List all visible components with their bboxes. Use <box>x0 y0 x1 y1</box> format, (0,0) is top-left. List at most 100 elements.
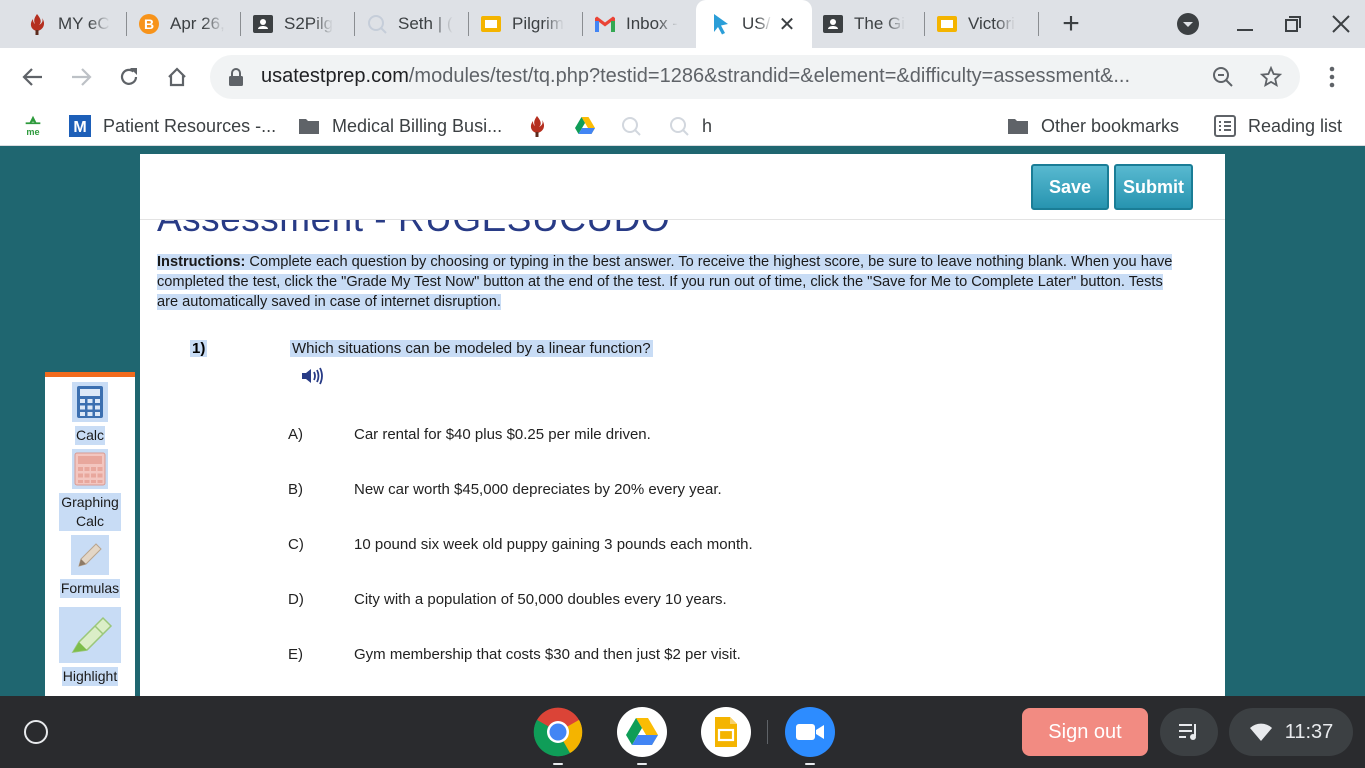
status-tray[interactable]: 11:37 <box>1229 708 1353 756</box>
tab-separator <box>924 12 925 36</box>
tab-separator <box>126 12 127 36</box>
forward-icon[interactable] <box>64 60 98 94</box>
answer-choice-b[interactable]: B) New car worth $45,000 depreciates by … <box>288 481 908 503</box>
tab-separator <box>582 12 583 36</box>
chrome-icon[interactable] <box>533 707 583 757</box>
tab-title: Seth | ( <box>398 14 453 33</box>
reading-list[interactable]: Reading list <box>1214 114 1342 138</box>
question-text: Which situations can be modeled by a lin… <box>290 340 653 357</box>
launcher-icon[interactable] <box>24 720 48 744</box>
bookmark-torch[interactable] <box>526 114 548 138</box>
tool-graphing-calc[interactable]: Graphing Calc <box>45 449 135 531</box>
bookmark-label: Medical Billing Busi... <box>332 115 503 136</box>
bitcoin-icon: B <box>138 13 160 35</box>
zoom-icon[interactable] <box>1206 60 1240 94</box>
classroom-icon <box>822 13 844 35</box>
url-text[interactable]: usatestprep.com/modules/test/tq.php?test… <box>261 65 1201 88</box>
tab-inbox[interactable]: Inbox - <box>594 0 692 48</box>
running-indicator <box>637 763 647 765</box>
search-loading-icon <box>620 115 642 137</box>
clock: 11:37 <box>1284 720 1334 743</box>
zoom-icon[interactable] <box>785 707 835 757</box>
home-icon[interactable] <box>160 60 194 94</box>
tab-separator <box>468 12 469 36</box>
choice-text: Car rental for $40 plus $0.25 per mile d… <box>354 426 651 443</box>
tab-the-gi[interactable]: The Gi <box>822 0 920 48</box>
restore-icon[interactable] <box>1276 7 1310 41</box>
answer-choice-c[interactable]: C) 10 pound six week old puppy gaining 3… <box>288 536 948 558</box>
svg-text:B: B <box>144 16 154 32</box>
google-drive-icon <box>574 115 596 137</box>
bookmark-star-icon[interactable] <box>1254 60 1288 94</box>
choice-text: 10 pound six week old puppy gaining 3 po… <box>354 536 753 553</box>
answer-choice-d[interactable]: D) City with a population of 50,000 doub… <box>288 591 928 613</box>
reading-list-icon <box>1214 115 1236 137</box>
tab-search-icon[interactable] <box>1171 7 1205 41</box>
tool-calc[interactable]: Calc <box>45 382 135 445</box>
choice-letter: E) <box>288 646 303 663</box>
instructions-text: Complete each question by choosing or ty… <box>157 254 1173 310</box>
tools-panel: Calc Graphing Calc Formulas Highlight <box>45 372 135 696</box>
bookmark-medical-billing[interactable]: Medical Billing Busi... <box>298 114 502 138</box>
lock-icon[interactable] <box>227 67 245 87</box>
speaker-icon[interactable] <box>300 366 324 386</box>
other-bookmarks[interactable]: Other bookmarks <box>1007 114 1179 138</box>
bookmark-patient-resources[interactable]: M Patient Resources -... <box>69 114 276 138</box>
menu-dots-icon[interactable] <box>1315 60 1349 94</box>
tool-highlight[interactable]: Highlight <box>45 607 135 686</box>
bookmark-me[interactable]: me <box>22 114 44 138</box>
tab-separator <box>240 12 241 36</box>
pencil-icon <box>71 535 109 575</box>
bookmark-search-2[interactable]: h <box>668 114 712 138</box>
folder-icon <box>298 115 320 137</box>
question-number: 1) <box>190 340 208 357</box>
bookmark-label: h <box>702 115 713 136</box>
tab-apr-26[interactable]: B Apr 26, <box>138 0 236 48</box>
tool-label: Graphing Calc <box>59 493 121 531</box>
choice-letter: A) <box>288 426 303 443</box>
choice-letter: B) <box>288 481 303 498</box>
choice-text: Gym membership that costs $30 and then j… <box>354 646 741 663</box>
tab-usatestprep[interactable]: US/ ✕ <box>696 0 812 48</box>
google-drive-icon[interactable] <box>617 707 667 757</box>
answer-choice-e[interactable]: E) Gym membership that costs $30 and the… <box>288 646 928 668</box>
calculator-icon <box>72 382 108 422</box>
choice-letter: C) <box>288 536 304 553</box>
shelf-separator <box>767 720 768 744</box>
tab-title: The Gi <box>854 14 906 33</box>
address-bar[interactable]: usatestprep.com/modules/test/tq.php?test… <box>210 55 1300 99</box>
minimize-icon[interactable] <box>1228 7 1262 41</box>
submit-button[interactable]: Submit <box>1114 164 1193 210</box>
bookmark-label: Patient Resources -... <box>103 115 277 136</box>
media-controls-button[interactable] <box>1160 708 1218 756</box>
running-indicator <box>805 763 815 765</box>
bookmark-search-1[interactable] <box>620 114 642 138</box>
save-button[interactable]: Save <box>1031 164 1109 210</box>
tab-s2pilg[interactable]: S2Pilg <box>252 0 350 48</box>
close-tab-icon[interactable]: ✕ <box>776 13 798 36</box>
tab-my-ec[interactable]: MY eC <box>26 0 122 48</box>
tool-label: Calc <box>74 426 105 445</box>
answer-choice-a[interactable]: A) Car rental for $40 plus $0.25 per mil… <box>288 426 848 448</box>
tab-title: S2Pilg <box>284 14 334 33</box>
tool-label: Formulas <box>59 579 121 598</box>
playlist-icon <box>1179 724 1196 740</box>
tab-seth[interactable]: Seth | ( <box>366 0 464 48</box>
tab-victori[interactable]: Victori <box>936 0 1034 48</box>
new-tab-icon[interactable]: + <box>1054 7 1088 41</box>
tool-formulas[interactable]: Formulas <box>45 535 135 598</box>
test-paper: Assessment - RUGESUCUDO Save Submit Inst… <box>140 154 1225 696</box>
page-viewport: Assessment - RUGESUCUDO Save Submit Inst… <box>0 154 1365 696</box>
reload-icon[interactable] <box>112 60 146 94</box>
bookmark-drive[interactable] <box>574 114 596 138</box>
google-slides-icon[interactable] <box>701 707 751 757</box>
close-window-icon[interactable] <box>1324 7 1358 41</box>
sign-out-button[interactable]: Sign out <box>1022 708 1148 756</box>
choice-letter: D) <box>288 591 304 608</box>
back-icon[interactable] <box>16 60 50 94</box>
wifi-icon <box>1249 723 1272 741</box>
system-shelf: Sign out 11:37 <box>0 696 1365 768</box>
svg-text:M: M <box>73 119 86 136</box>
tab-pilgrim[interactable]: Pilgrim <box>480 0 578 48</box>
url-host: usatestprep.com <box>261 65 409 87</box>
